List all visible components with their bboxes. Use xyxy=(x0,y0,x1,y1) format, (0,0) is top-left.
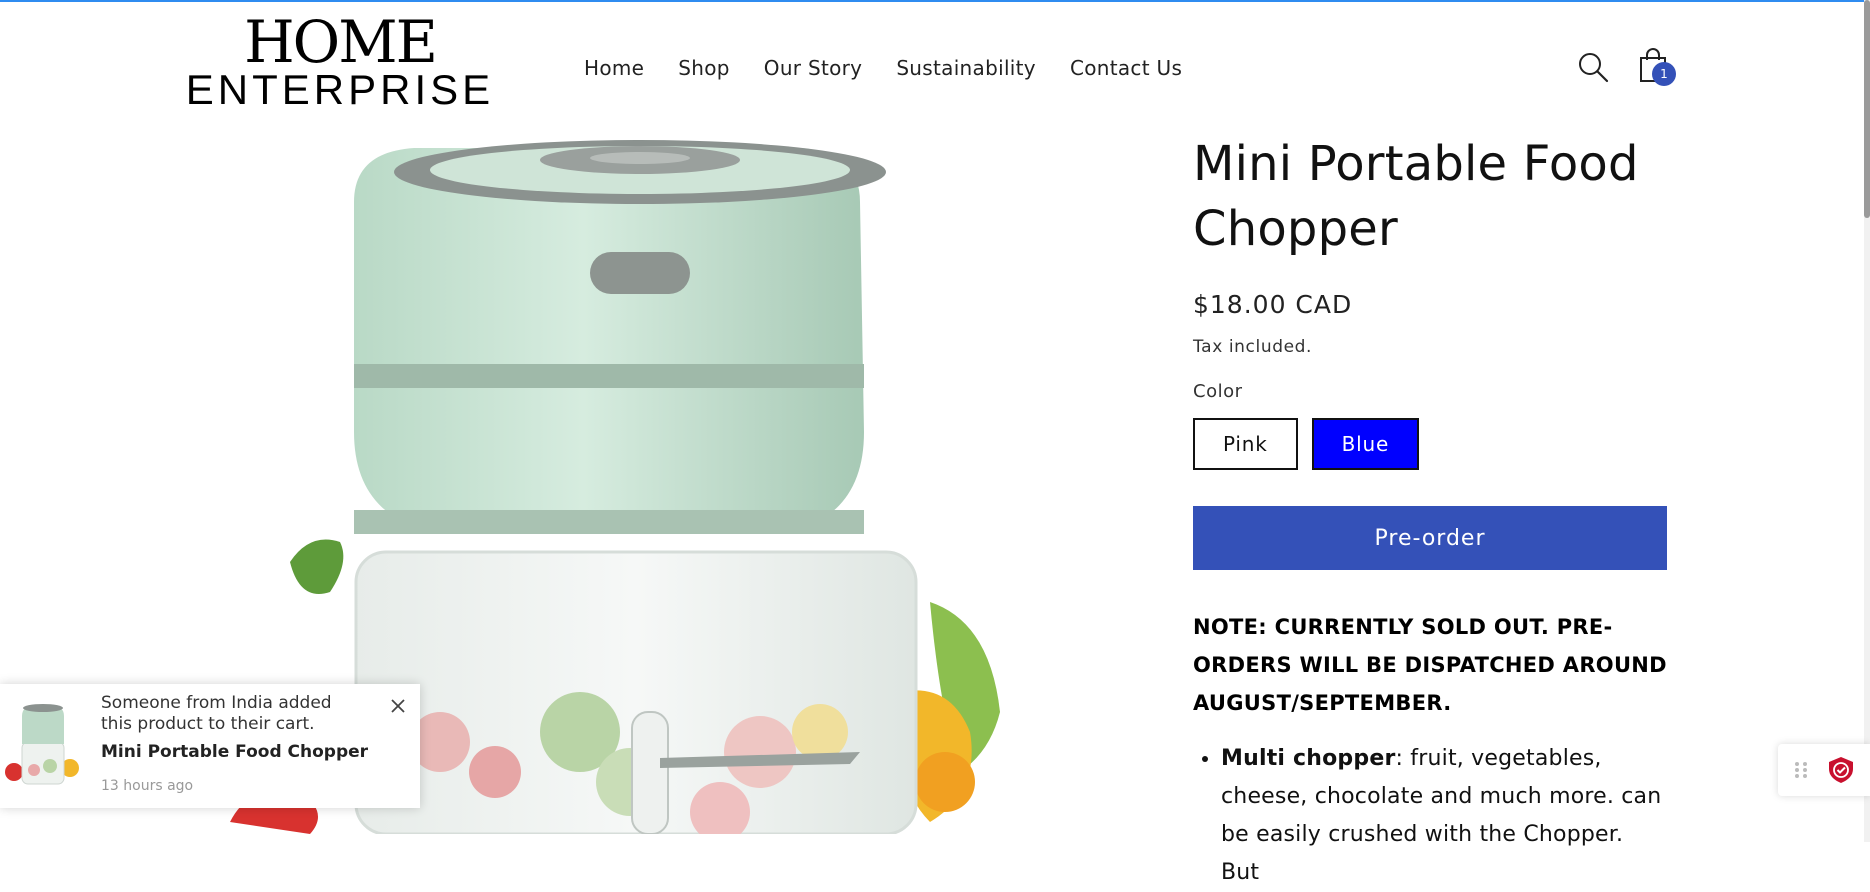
color-label: Color xyxy=(1193,381,1243,402)
trust-badge-widget[interactable] xyxy=(1778,744,1870,796)
search-button[interactable] xyxy=(1576,50,1610,84)
list-item: Multi chopper: fruit, vegetables, cheese… xyxy=(1221,740,1667,892)
color-option-pink[interactable]: Pink xyxy=(1193,418,1298,470)
nav-contact-us[interactable]: Contact Us xyxy=(1070,56,1182,80)
feature-title: Multi chopper xyxy=(1221,746,1396,771)
recent-activity-popup[interactable]: Someone from India added this product to… xyxy=(0,684,420,808)
product-title: Mini Portable Food Chopper xyxy=(1193,136,1639,257)
drag-handle-icon[interactable] xyxy=(1794,761,1808,779)
product-info: Mini Portable Food Chopper $18.00 CAD Ta… xyxy=(1193,132,1693,892)
color-options: Pink Blue xyxy=(1193,418,1693,470)
popup-close-button[interactable] xyxy=(388,696,408,716)
product-price: $18.00 CAD xyxy=(1193,290,1353,319)
logo-line2: ENTERPRISE xyxy=(185,66,495,113)
nav-shop[interactable]: Shop xyxy=(678,56,730,80)
search-icon xyxy=(1579,53,1609,83)
color-option-blue[interactable]: Blue xyxy=(1311,418,1420,470)
product-thumbnail xyxy=(5,704,79,785)
close-icon xyxy=(391,699,405,713)
popup-timestamp: 13 hours ago xyxy=(101,778,194,794)
popup-product-name[interactable]: Mini Portable Food Chopper xyxy=(101,742,368,762)
logo-line1: HOME xyxy=(244,8,438,76)
cart-button[interactable]: 1 xyxy=(1636,46,1684,90)
page-load-bar xyxy=(0,0,1870,2)
popup-message: Someone from India added this product to… xyxy=(101,693,332,734)
preorder-button[interactable]: Pre-order xyxy=(1193,506,1667,570)
product-features: Multi chopper: fruit, vegetables, cheese… xyxy=(1193,740,1667,892)
main-nav: Home Shop Our Story Sustainability Conta… xyxy=(584,56,1182,80)
scrollbar-thumb[interactable] xyxy=(1864,0,1870,218)
sold-out-note: NOTE: CURRENTLY SOLD OUT. PRE-ORDERS WIL… xyxy=(1193,615,1667,715)
nav-our-story[interactable]: Our Story xyxy=(764,56,863,80)
nav-home[interactable]: Home xyxy=(584,56,644,80)
brand-logo[interactable]: HOME ENTERPRISE xyxy=(158,8,522,113)
shield-check-icon xyxy=(1829,757,1853,783)
cart-count-badge: 1 xyxy=(1652,62,1676,86)
tax-note: Tax included. xyxy=(1193,337,1313,357)
nav-sustainability[interactable]: Sustainability xyxy=(896,56,1036,80)
